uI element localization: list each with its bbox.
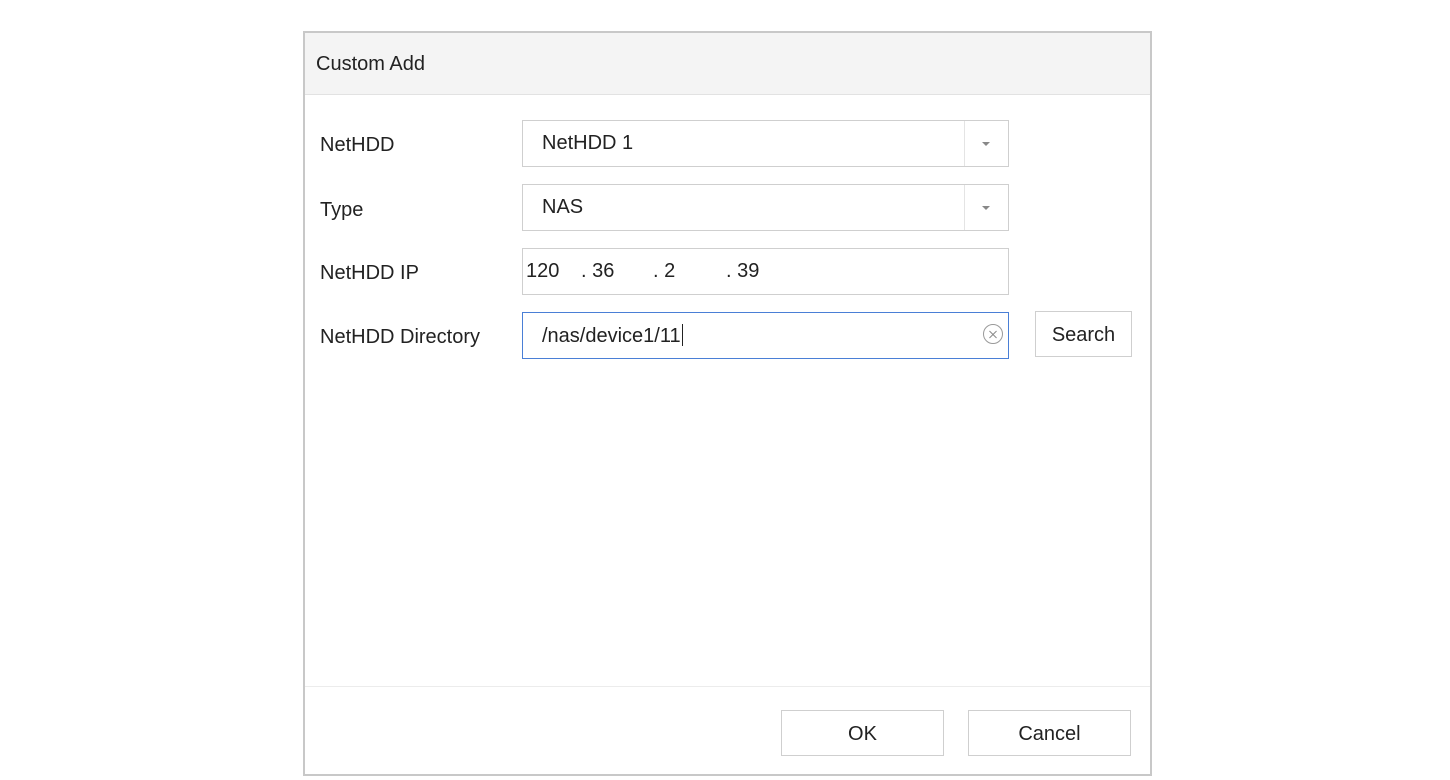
chevron-down-icon[interactable]	[964, 185, 1008, 230]
nethdd-directory-input[interactable]: /nas/device1/11	[522, 312, 1009, 359]
clear-icon[interactable]	[983, 324, 1003, 344]
ip-octet-2[interactable]: . 36	[581, 260, 614, 283]
nethdd-directory-text: /nas/device1/11	[542, 325, 681, 347]
search-button[interactable]: Search	[1035, 311, 1132, 357]
nethdd-select-value: NetHDD 1	[542, 132, 634, 154]
nethdd-ip-field[interactable]: 120 . 36 . 2 . 39	[522, 248, 1009, 295]
ip-octet-3[interactable]: . 2	[653, 260, 675, 283]
custom-add-dialog: Custom Add NetHDD NetHDD 1 Type NAS NetH…	[303, 31, 1152, 776]
ok-button[interactable]: OK	[781, 710, 944, 756]
type-select[interactable]: NAS	[522, 184, 1009, 231]
ip-octet-1[interactable]: 120	[526, 260, 559, 283]
footer-divider	[305, 686, 1150, 687]
dialog-header: Custom Add	[305, 33, 1150, 95]
ip-octet-4[interactable]: . 39	[726, 260, 759, 283]
type-select-value: NAS	[542, 196, 584, 218]
dialog-title: Custom Add	[316, 53, 425, 75]
chevron-down-icon[interactable]	[964, 121, 1008, 166]
text-caret	[681, 324, 683, 346]
nethdd-ip-label: NetHDD IP	[320, 262, 419, 284]
nethdd-select[interactable]: NetHDD 1	[522, 120, 1009, 167]
nethdd-directory-label: NetHDD Directory	[320, 326, 481, 348]
nethdd-directory-value: /nas/device1/11	[542, 324, 683, 348]
nethdd-label: NetHDD	[320, 134, 395, 156]
cancel-button[interactable]: Cancel	[968, 710, 1131, 756]
type-label: Type	[320, 199, 364, 221]
